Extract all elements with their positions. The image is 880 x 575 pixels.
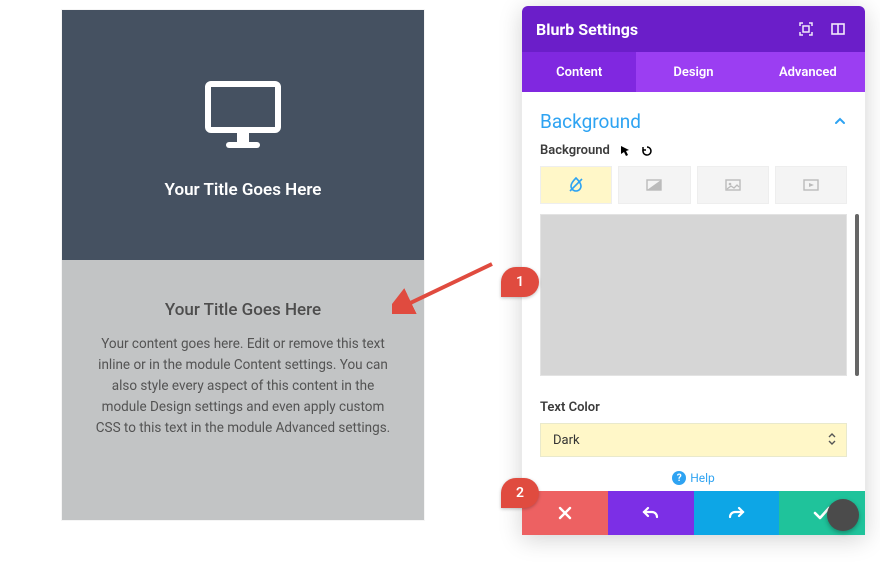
bg-type-color-button[interactable] [540, 166, 612, 204]
settings-panel: Blurb Settings Content Design Advanced B… [522, 6, 865, 535]
panel-tabs: Content Design Advanced [522, 52, 865, 92]
blurb-preview: Your Title Goes Here Your Title Goes Her… [62, 10, 424, 520]
panel-scrollbar[interactable] [855, 214, 859, 376]
preview-top-title[interactable]: Your Title Goes Here [165, 180, 322, 200]
panel-title: Blurb Settings [536, 20, 793, 39]
reset-icon[interactable] [640, 144, 654, 158]
bg-type-video-button[interactable] [775, 166, 847, 204]
expand-snap-button[interactable] [793, 16, 819, 42]
redo-button[interactable] [694, 491, 780, 535]
text-color-label: Text Color [540, 400, 847, 415]
help-label: Help [690, 471, 715, 485]
help-icon: ? [672, 471, 686, 485]
cursor-icon[interactable] [618, 144, 632, 158]
cancel-button[interactable] [522, 491, 608, 535]
text-color-field: Text Color Dark [522, 386, 865, 463]
background-field-label: Background [540, 143, 847, 158]
panel-header: Blurb Settings [522, 6, 865, 52]
select-updown-icon [828, 433, 836, 447]
preview-bottom-title[interactable]: Your Title Goes Here [90, 300, 396, 320]
text-color-select[interactable]: Dark [540, 423, 847, 457]
text-color-value: Dark [553, 433, 580, 448]
panel-action-row [522, 491, 865, 535]
bg-type-image-button[interactable] [697, 166, 769, 204]
help-link[interactable]: ? Help [522, 463, 865, 491]
section-header[interactable]: Background [540, 106, 847, 143]
undo-button[interactable] [608, 491, 694, 535]
monitor-icon [204, 80, 282, 150]
section-title: Background [540, 110, 641, 133]
tab-content[interactable]: Content [522, 52, 636, 92]
text-color-label-text: Text Color [540, 400, 600, 415]
background-preview-wrap [540, 214, 847, 376]
preview-bottom[interactable]: Your Title Goes Here Your content goes h… [62, 260, 424, 520]
tab-advanced[interactable]: Advanced [751, 52, 865, 92]
chevron-up-icon [833, 110, 847, 133]
expand-modal-button[interactable] [825, 16, 851, 42]
bg-type-gradient-button[interactable] [618, 166, 690, 204]
background-label-text: Background [540, 143, 610, 158]
preview-bottom-text[interactable]: Your content goes here. Edit or remove t… [90, 334, 396, 439]
preview-top[interactable]: Your Title Goes Here [62, 10, 424, 260]
background-color-preview[interactable] [540, 214, 847, 376]
tab-design[interactable]: Design [636, 52, 750, 92]
section-background: Background Background [522, 92, 865, 386]
collapse-handle[interactable] [827, 499, 859, 531]
background-type-row [540, 166, 847, 204]
